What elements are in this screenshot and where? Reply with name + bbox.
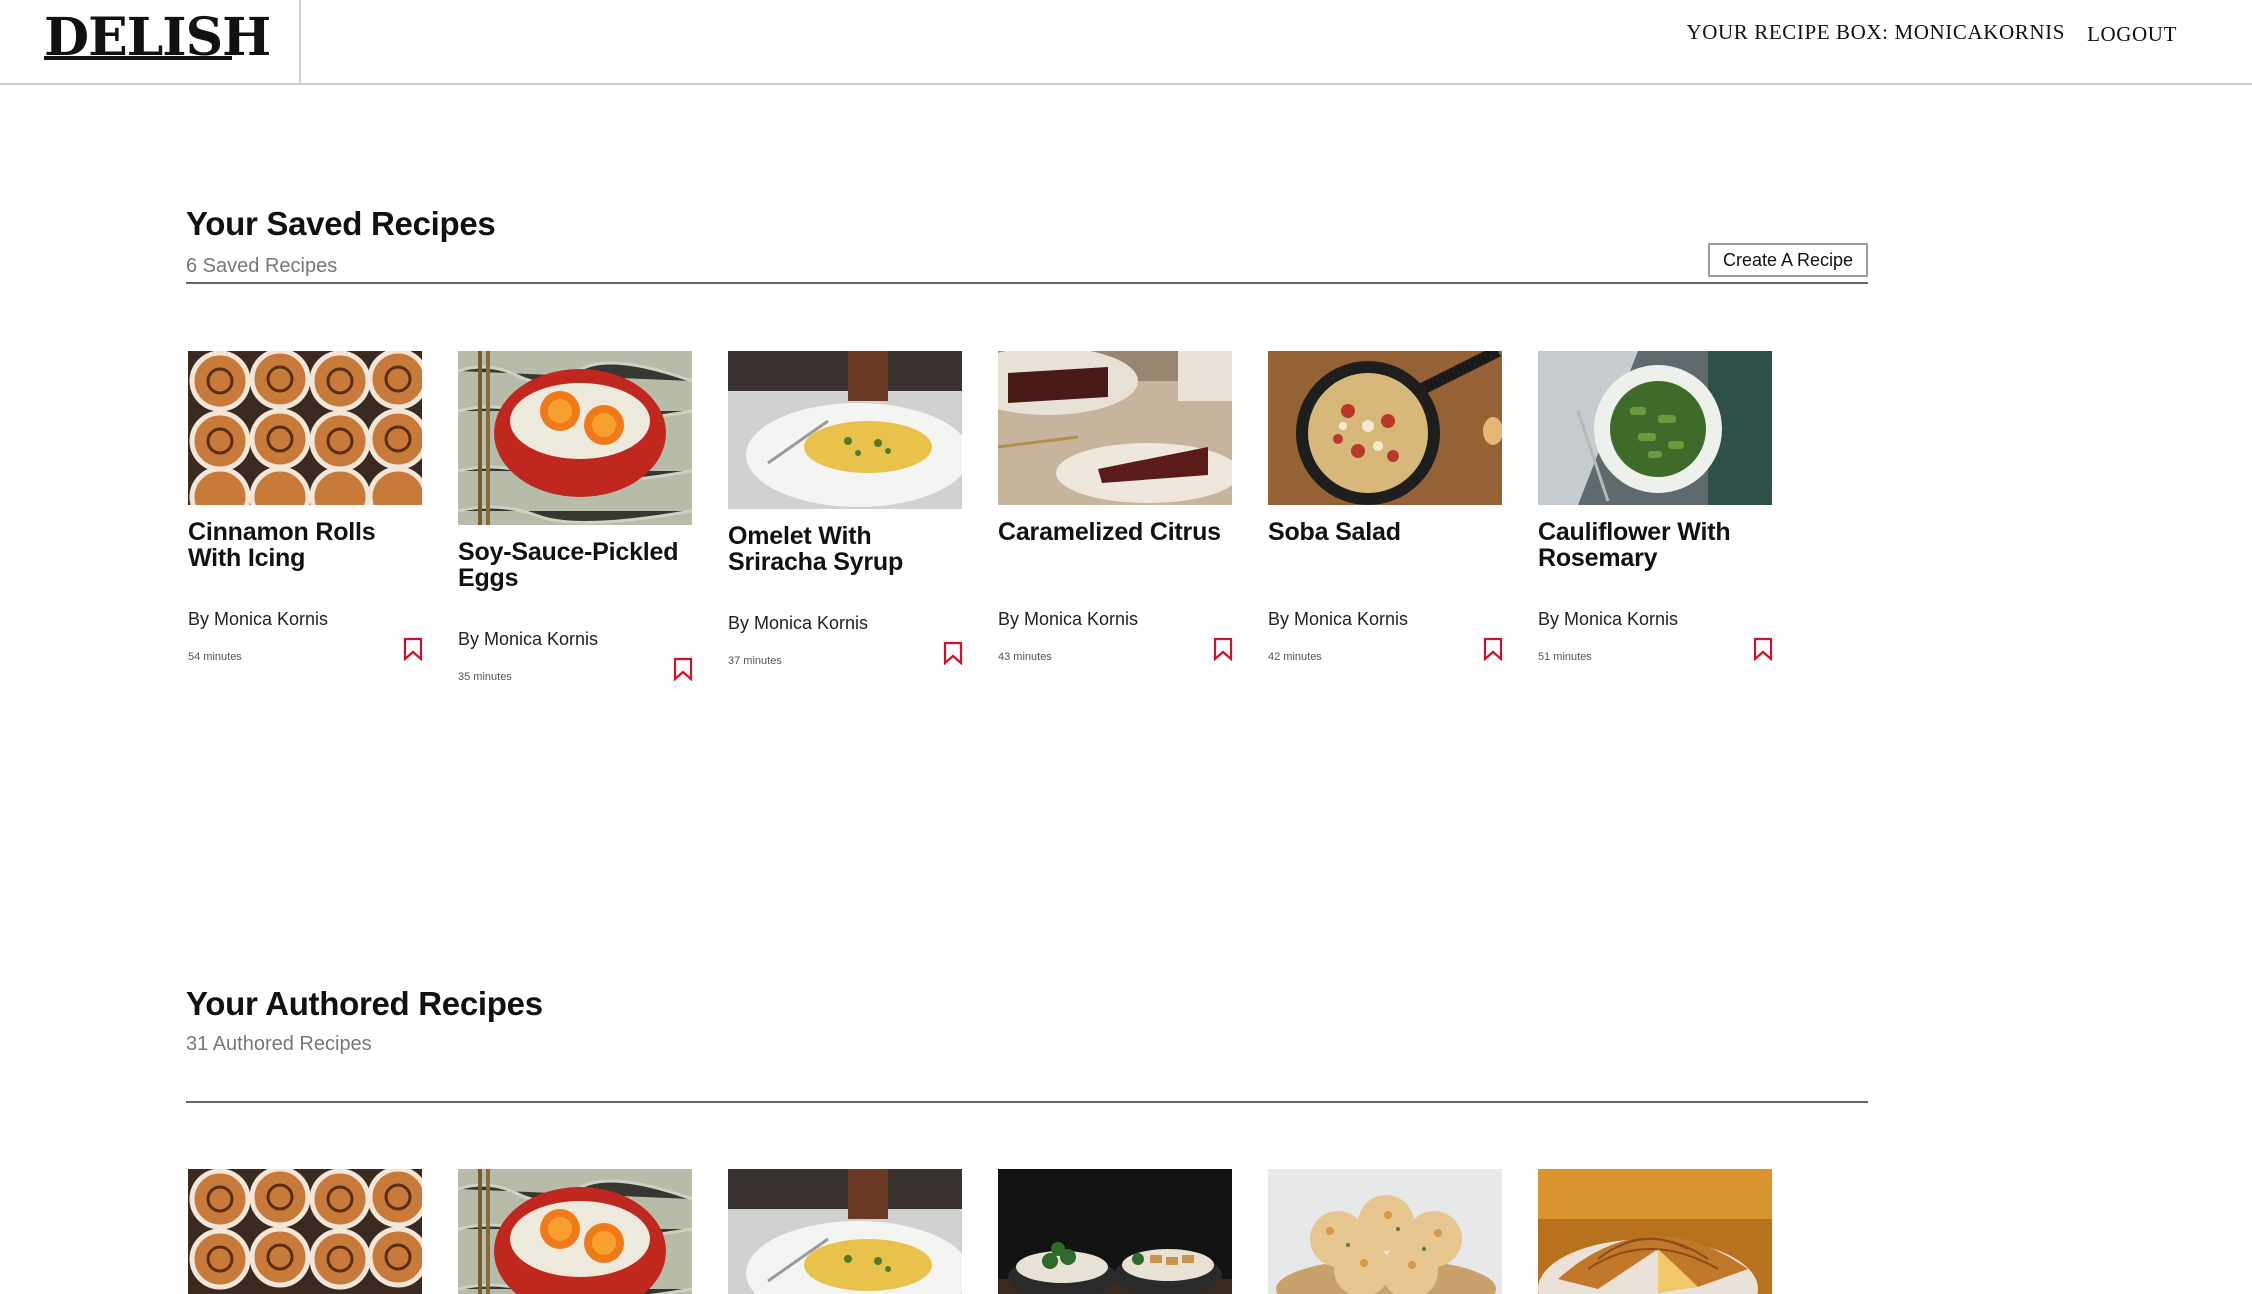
recipe-card[interactable]: [728, 1169, 964, 1294]
saved-recipes-title: Your Saved Recipes: [186, 205, 496, 242]
pickled-eggs-illustration: [458, 1169, 692, 1294]
saved-recipes-section: Your Saved Recipes 6 Saved Recipes Creat…: [186, 205, 1868, 725]
pasta-bowl-illustration: [1538, 351, 1772, 505]
recipe-title[interactable]: Cauliflower With Rosemary: [1538, 519, 1774, 571]
recipe-title[interactable]: Soy-Sauce-Pickled Eggs: [458, 539, 694, 591]
recipe-card[interactable]: [458, 1169, 694, 1294]
recipe-card[interactable]: [1538, 1169, 1774, 1294]
recipe-image-cinnamon-rolls[interactable]: [188, 1169, 422, 1294]
cinnamon-rolls-illustration: [188, 1169, 422, 1294]
authored-recipes-count: 31 Authored Recipes: [186, 1033, 372, 1055]
recipe-card[interactable]: [998, 1169, 1234, 1294]
biscuits-illustration: [1268, 1169, 1502, 1294]
recipe-title[interactable]: Soba Salad: [1268, 519, 1504, 545]
saved-recipes-grid: Cinnamon Rolls With Icing By Monica Korn…: [188, 351, 1868, 731]
recipe-image-cinnamon-rolls[interactable]: [188, 351, 422, 505]
logo-container: DELISH: [0, 0, 301, 85]
recipe-author: By Monica Kornis: [188, 609, 329, 629]
recipe-card[interactable]: Omelet With Sriracha Syrup By Monica Kor…: [728, 351, 964, 667]
bookmark-icon[interactable]: [402, 637, 424, 661]
chocolate-cake-illustration: [998, 351, 1232, 505]
recipe-time: 43 minutes: [998, 651, 1052, 663]
pickled-eggs-illustration: [458, 351, 692, 525]
recipe-author: By Monica Kornis: [998, 609, 1139, 629]
recipe-time: 51 minutes: [1538, 651, 1592, 663]
authored-recipes-grid: [188, 1169, 1868, 1294]
recipe-card[interactable]: Caramelized Citrus By Monica Kornis 43 m…: [998, 351, 1234, 663]
section-divider: [186, 282, 1868, 284]
saved-recipes-count: 6 Saved Recipes: [186, 255, 338, 277]
authored-recipes-section: Your Authored Recipes 31 Authored Recipe…: [186, 985, 1868, 1294]
recipe-card[interactable]: Cinnamon Rolls With Icing By Monica Korn…: [188, 351, 424, 663]
recipe-image-omelet[interactable]: [728, 351, 962, 509]
recipe-time: 54 minutes: [188, 651, 242, 663]
recipe-title[interactable]: Cinnamon Rolls With Icing: [188, 519, 424, 571]
recipe-image-biscuits[interactable]: [1268, 1169, 1502, 1294]
skillet-pizza-illustration: [1268, 351, 1502, 505]
recipe-title[interactable]: Omelet With Sriracha Syrup: [728, 523, 964, 575]
recipe-box-link[interactable]: YOUR RECIPE BOX: MONICAKORNIS: [1686, 20, 2065, 45]
recipe-card[interactable]: Soba Salad By Monica Kornis 42 minutes: [1268, 351, 1504, 663]
recipe-author: By Monica Kornis: [728, 613, 869, 633]
section-divider: [186, 1101, 1868, 1103]
recipe-time: 42 minutes: [1268, 651, 1322, 663]
recipe-author: By Monica Kornis: [1538, 609, 1679, 629]
omelet-illustration: [728, 1169, 962, 1294]
recipe-image-skillet-pizza[interactable]: [1268, 351, 1502, 505]
bookmark-icon[interactable]: [942, 641, 964, 665]
recipe-card[interactable]: Cauliflower With Rosemary By Monica Korn…: [1538, 351, 1774, 663]
bookmark-icon[interactable]: [672, 657, 694, 681]
recipe-author: By Monica Kornis: [1268, 609, 1409, 629]
galette-illustration: [1538, 1169, 1772, 1294]
logo-underline: [44, 56, 232, 60]
recipe-image-omelet[interactable]: [728, 1169, 962, 1294]
create-recipe-button[interactable]: Create A Recipe: [1708, 243, 1868, 277]
logout-link[interactable]: LOGOUT: [2087, 22, 2177, 47]
recipe-image-galette[interactable]: [1538, 1169, 1772, 1294]
omelet-illustration: [728, 351, 962, 509]
cinnamon-rolls-illustration: [188, 351, 422, 505]
recipe-image-pickled-eggs[interactable]: [458, 1169, 692, 1294]
bookmark-icon[interactable]: [1752, 637, 1774, 661]
recipe-image-pickled-eggs[interactable]: [458, 351, 692, 525]
bookmark-icon[interactable]: [1482, 637, 1504, 661]
rice-bowls-illustration: [998, 1169, 1232, 1294]
recipe-image-chocolate-cake[interactable]: [998, 351, 1232, 505]
recipe-time: 37 minutes: [728, 655, 782, 667]
recipe-image-rice-bowls[interactable]: [998, 1169, 1232, 1294]
authored-recipes-title: Your Authored Recipes: [186, 985, 543, 1022]
top-navigation-bar: DELISH YOUR RECIPE BOX: MONICAKORNIS LOG…: [0, 0, 2252, 85]
recipe-title[interactable]: Caramelized Citrus: [998, 519, 1234, 545]
recipe-image-pasta-bowl[interactable]: [1538, 351, 1772, 505]
bookmark-icon[interactable]: [1212, 637, 1234, 661]
recipe-card[interactable]: [188, 1169, 424, 1294]
recipe-author: By Monica Kornis: [458, 629, 599, 649]
recipe-card[interactable]: [1268, 1169, 1504, 1294]
recipe-time: 35 minutes: [458, 671, 512, 683]
recipe-card[interactable]: Soy-Sauce-Pickled Eggs By Monica Kornis …: [458, 351, 694, 683]
